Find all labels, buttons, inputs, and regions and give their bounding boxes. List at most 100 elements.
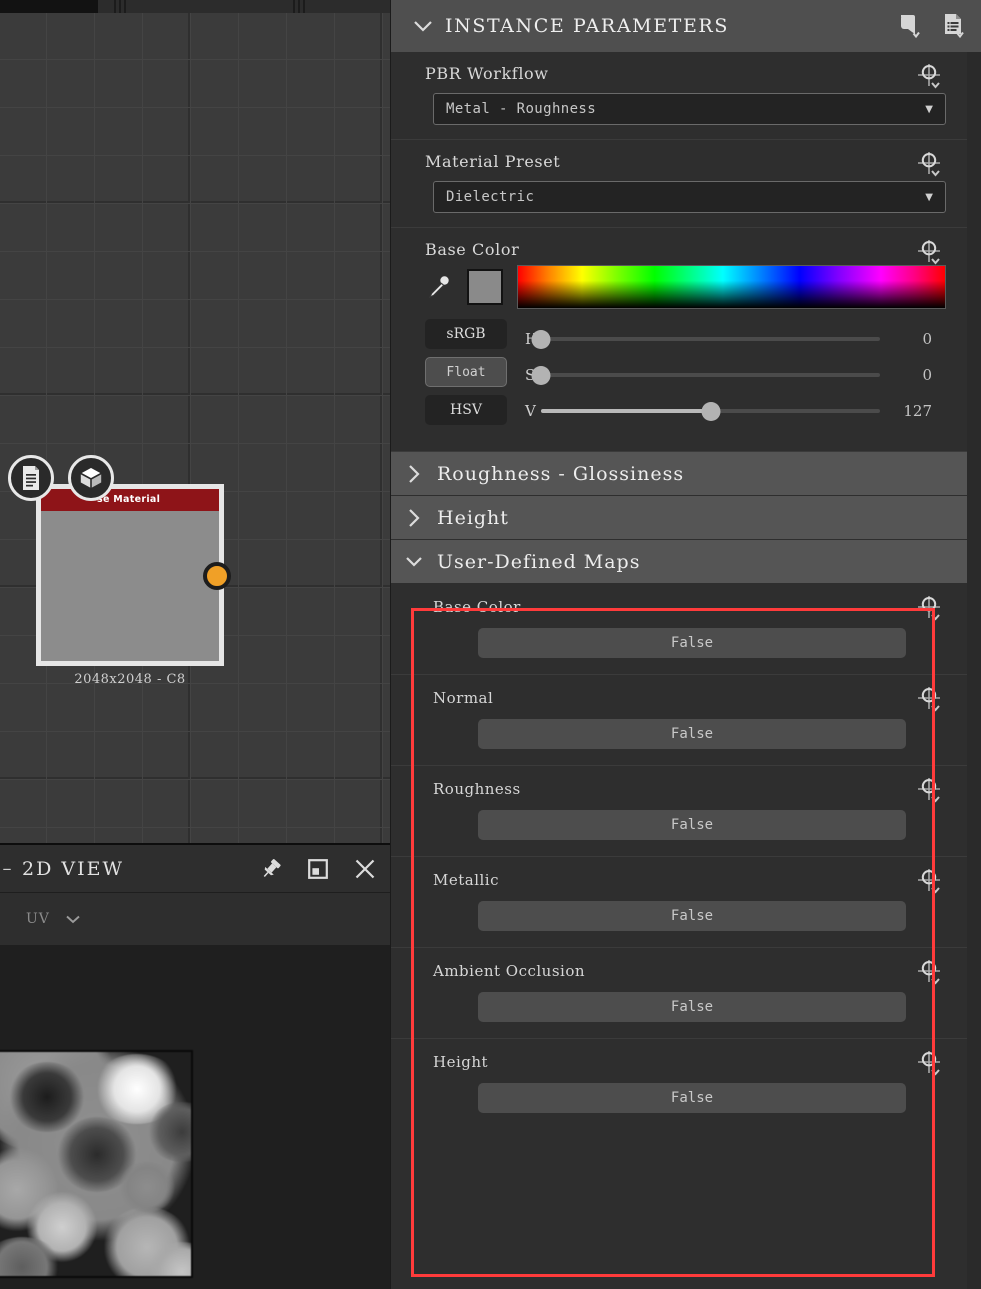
document-check-icon[interactable] bbox=[935, 7, 973, 45]
twod-view-title: 2D VIEW bbox=[22, 857, 124, 880]
slider-knob[interactable] bbox=[531, 329, 551, 349]
pin-icon[interactable] bbox=[260, 858, 282, 880]
chevron-down-icon[interactable] bbox=[405, 18, 441, 34]
base-color-swatch[interactable] bbox=[467, 269, 503, 305]
color-mode-hsv[interactable]: HSV bbox=[425, 395, 507, 425]
twod-view-panel: – 2D VIEW UV bbox=[0, 845, 390, 1289]
map-field: False bbox=[391, 980, 968, 1022]
map-label: Normal bbox=[433, 689, 494, 707]
chevron-right-icon[interactable] bbox=[391, 463, 437, 485]
graph-node-output-port[interactable] bbox=[203, 562, 231, 590]
map-row-metallic: Metallic False bbox=[391, 857, 968, 948]
map-value-toggle[interactable]: False bbox=[478, 810, 906, 840]
hue-value-gradient[interactable] bbox=[517, 265, 946, 309]
map-row-base-color: Base Color False bbox=[391, 584, 968, 675]
slider-row-hue: H 0 bbox=[525, 321, 946, 357]
slider-row-value: V 127 bbox=[525, 393, 946, 429]
param-label: Material Preset bbox=[425, 152, 561, 171]
slider-fill bbox=[541, 409, 711, 413]
panel-header-actions bbox=[891, 7, 973, 45]
instance-parameters-header[interactable]: INSTANCE PARAMETERS bbox=[391, 0, 981, 52]
page-title: INSTANCE PARAMETERS bbox=[445, 15, 729, 37]
graph-top-strip bbox=[0, 0, 390, 13]
document-icon[interactable] bbox=[8, 455, 54, 501]
dropdown-value: Dielectric bbox=[446, 189, 535, 205]
graph-grid-background bbox=[0, 13, 390, 845]
color-picker-bottom-row: sRGB Float HSV H 0 bbox=[425, 319, 946, 429]
function-graph-icon[interactable] bbox=[912, 1048, 946, 1080]
map-row-height: Height False bbox=[391, 1039, 968, 1129]
map-value-toggle[interactable]: False bbox=[478, 628, 906, 658]
map-label: Roughness bbox=[433, 780, 521, 798]
chevron-down-icon[interactable] bbox=[64, 910, 82, 929]
pbr-workflow-dropdown[interactable]: Metal - Roughness ▼ bbox=[433, 93, 946, 125]
param-row-pbr-workflow: PBR Workflow Metal - Roughness ▼ bbox=[391, 52, 968, 140]
graph-node-caption: 2048x2048 - C8 bbox=[74, 672, 186, 687]
map-value-toggle[interactable]: False bbox=[478, 992, 906, 1022]
slider-knob[interactable] bbox=[531, 365, 551, 385]
map-value-toggle[interactable]: False bbox=[478, 1083, 906, 1113]
twod-view-header: – 2D VIEW bbox=[0, 845, 390, 893]
saturation-slider[interactable] bbox=[531, 365, 880, 385]
param-row-base-color: Base Color sRGB Float HSV 0 S 0 V 127 bbox=[391, 228, 968, 452]
cube-icon[interactable] bbox=[68, 455, 114, 501]
left-column: se Material 2048x2048 - C8 – 2D VIEW UV bbox=[0, 0, 390, 1289]
map-field: False bbox=[391, 889, 968, 931]
base-color-picker: sRGB Float HSV H 0 bbox=[391, 259, 968, 445]
graph-node-base-material[interactable]: se Material bbox=[36, 484, 224, 666]
chevron-right-icon[interactable] bbox=[391, 507, 437, 529]
section-height[interactable]: Height bbox=[391, 496, 968, 540]
graph-view[interactable]: se Material 2048x2048 - C8 bbox=[0, 0, 390, 845]
chevron-down-icon[interactable] bbox=[391, 554, 437, 570]
map-value-toggle[interactable]: False bbox=[478, 901, 906, 931]
section-title: User-Defined Maps bbox=[437, 550, 641, 573]
map-value-toggle[interactable]: False bbox=[478, 719, 906, 749]
map-field: False bbox=[391, 1071, 968, 1113]
param-field: Metal - Roughness ▼ bbox=[391, 83, 968, 125]
map-field: False bbox=[391, 616, 968, 658]
parameters-scroll-area: PBR Workflow Metal - Roughness ▼ Materia… bbox=[391, 52, 968, 1289]
function-graph-icon[interactable] bbox=[912, 684, 946, 716]
value-slider[interactable] bbox=[541, 401, 880, 421]
param-row-material-preset: Material Preset Dielectric ▼ bbox=[391, 140, 968, 228]
function-graph-icon[interactable] bbox=[912, 775, 946, 807]
slider-label: V bbox=[525, 402, 536, 420]
param-field: Dielectric ▼ bbox=[391, 171, 968, 213]
maximize-icon[interactable] bbox=[308, 858, 328, 879]
material-preset-dropdown[interactable]: Dielectric ▼ bbox=[433, 181, 946, 213]
color-picker-top-row bbox=[425, 265, 946, 309]
function-graph-icon[interactable] bbox=[912, 593, 946, 625]
function-graph-icon[interactable] bbox=[912, 149, 946, 181]
vertical-scrollbar[interactable] bbox=[967, 52, 981, 1289]
section-title: Height bbox=[437, 506, 509, 529]
section-roughness-glossiness[interactable]: Roughness - Glossiness bbox=[391, 452, 968, 496]
hsv-sliders: H 0 S bbox=[525, 319, 946, 429]
collapse-icon[interactable]: – bbox=[0, 858, 18, 879]
channel-selector-label[interactable]: UV bbox=[26, 911, 50, 927]
color-mode-float[interactable]: Float bbox=[425, 357, 507, 387]
slider-row-saturation: S 0 bbox=[525, 357, 946, 393]
map-row-normal: Normal False bbox=[391, 675, 968, 766]
slider-knob[interactable] bbox=[701, 401, 720, 421]
bookmark-check-icon[interactable] bbox=[891, 7, 929, 45]
function-graph-icon[interactable] bbox=[912, 61, 946, 93]
function-graph-icon[interactable] bbox=[912, 866, 946, 898]
map-label: Ambient Occlusion bbox=[433, 962, 586, 980]
map-label: Metallic bbox=[433, 871, 499, 889]
slider-value: 0 bbox=[922, 366, 932, 384]
slider-value: 127 bbox=[903, 402, 932, 420]
texture-preview[interactable] bbox=[0, 1050, 193, 1278]
instance-parameters-panel: INSTANCE PARAMETERS PBR Workflow Metal -… bbox=[390, 0, 981, 1289]
section-user-defined-maps[interactable]: User-Defined Maps bbox=[391, 540, 968, 584]
color-mode-srgb[interactable]: sRGB bbox=[425, 319, 507, 349]
close-icon[interactable] bbox=[354, 858, 376, 880]
slider-track bbox=[541, 337, 880, 341]
twod-view-canvas[interactable] bbox=[0, 945, 390, 1289]
eyedropper-icon[interactable] bbox=[425, 272, 453, 302]
map-field: False bbox=[391, 798, 968, 840]
map-field: False bbox=[391, 707, 968, 749]
graph-node-thumbnail bbox=[41, 511, 219, 661]
hue-slider[interactable] bbox=[531, 329, 880, 349]
function-graph-icon[interactable] bbox=[912, 957, 946, 989]
param-label: PBR Workflow bbox=[425, 64, 549, 83]
